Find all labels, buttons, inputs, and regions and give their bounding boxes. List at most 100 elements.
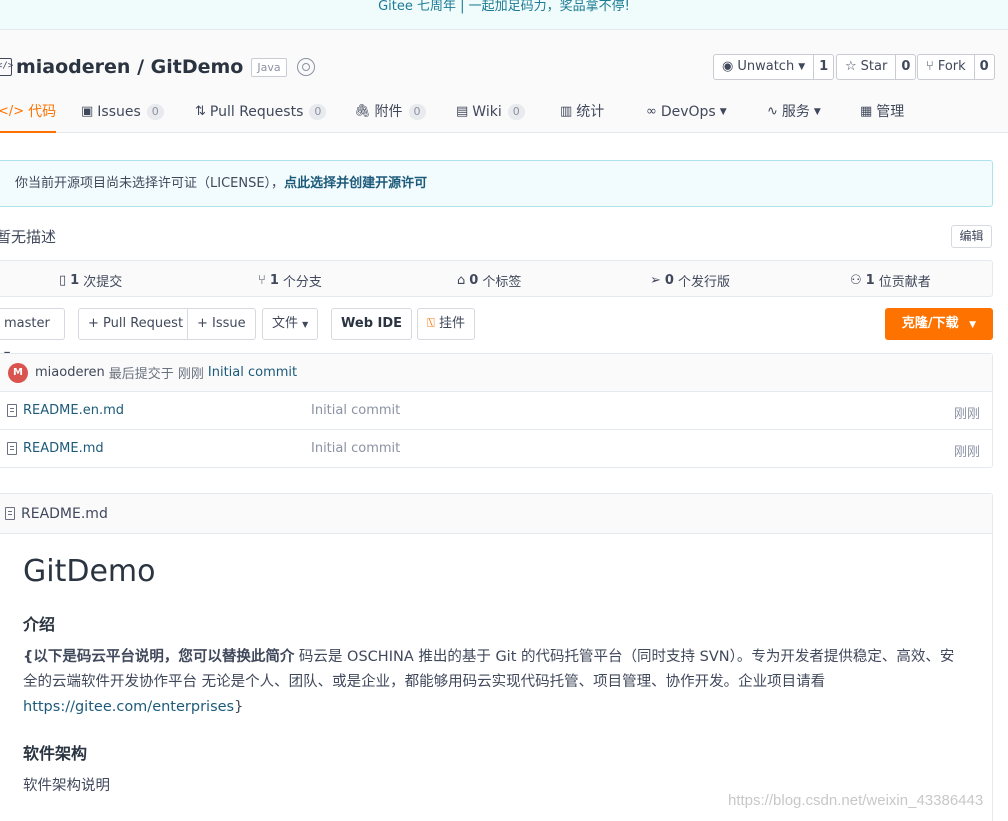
watch-count[interactable]: 1 (813, 55, 833, 79)
tab-wiki-label: Wiki (472, 104, 502, 120)
tab-wiki[interactable]: ▤ Wiki 0 (456, 100, 525, 133)
fork-button[interactable]: ⑂ Fork (918, 55, 974, 79)
issue-icon: ▣ (81, 104, 94, 119)
file-icon (7, 442, 17, 455)
tab-services[interactable]: ∿ 服务 ▼ (767, 100, 821, 133)
branch-select[interactable]: master ▼ (0, 308, 65, 359)
star-count[interactable]: 0 (895, 55, 915, 79)
pull-request-icon: ⇅ (195, 104, 206, 119)
tab-stats-label: 统计 (576, 104, 605, 120)
repo-name-link[interactable]: GitDemo (151, 56, 244, 78)
commits-count: 1 (70, 273, 80, 288)
releases-label: 个发行版 (677, 275, 730, 290)
new-issue-button[interactable]: + Issue (187, 308, 256, 340)
book-icon: ▤ (456, 104, 469, 119)
repo-code-icon: </> (0, 58, 13, 76)
award-icon[interactable] (296, 58, 315, 76)
tab-pull-requests[interactable]: ⇅ Pull Requests 0 (195, 100, 327, 133)
readme-title: GitDemo (23, 554, 156, 589)
announcement-banner[interactable]: Gitee 七周年 | 一起加足码力，奖品拿不停! (0, 0, 1008, 30)
repo-description: 暂无描述 (0, 228, 57, 246)
contributors-stat[interactable]: ⚇ 1 位贡献者 (850, 271, 931, 290)
users-icon: ⚇ (850, 273, 862, 288)
tab-pull-requests-count: 0 (309, 104, 327, 120)
intro-bold-text: {以下是码云平台说明，您可以替换此简介 (23, 649, 295, 665)
file-link[interactable]: README.en.md (7, 403, 124, 418)
file-commit-time: 刚刚 (953, 407, 980, 422)
repo-owner-link[interactable]: miaoderen (16, 56, 130, 78)
tag-icon: ⌂ (457, 273, 466, 288)
tags-count: 0 (469, 273, 479, 288)
widget-label: 挂件 (438, 316, 465, 331)
star-button-group[interactable]: ☆ Star 0 (836, 54, 917, 80)
tab-devops[interactable]: ∞ DevOps ▼ (646, 100, 727, 133)
tab-attachments-count: 0 (408, 104, 426, 120)
tab-code-label: 代码 (28, 104, 57, 120)
web-ide-button[interactable]: Web IDE (331, 308, 413, 340)
branches-stat[interactable]: ⑂ 1 个分支 (258, 271, 322, 290)
commits-label: 次提交 (83, 275, 123, 290)
code-icon: </> (0, 104, 25, 119)
fork-label: Fork (937, 59, 966, 74)
watch-button-group[interactable]: ◉ Unwatch ▼ 1 (713, 54, 835, 80)
tab-manage-label: 管理 (876, 104, 905, 120)
commit-author-link[interactable]: miaoderen (35, 365, 105, 380)
latest-commit-row: M miaoderen 最后提交于 刚刚 Initial commit (0, 354, 992, 392)
repo-title: </> miaoderen / GitDemo Java (0, 56, 315, 78)
avatar[interactable]: M (8, 362, 28, 383)
fork-button-group[interactable]: ⑂ Fork 0 (917, 54, 995, 80)
tab-manage[interactable]: ▦ 管理 (860, 100, 904, 133)
contributors-label: 位贡献者 (878, 275, 931, 290)
tab-issues[interactable]: ▣ Issues 0 (81, 100, 164, 133)
readme-panel: README.md GitDemo 介绍 {以下是码云平台说明，您可以替换此简介… (0, 493, 993, 821)
send-icon: ➢ (650, 273, 661, 288)
clone-download-label: 克隆/下载 (901, 316, 959, 331)
file-commit-message[interactable]: Initial commit (311, 441, 400, 456)
readme-filename[interactable]: README.md (21, 506, 108, 522)
tab-stats[interactable]: ▥ 统计 (560, 100, 604, 133)
tags-stat[interactable]: ⌂ 0 个标签 (457, 271, 521, 290)
fork-icon: ⑂ (926, 59, 934, 74)
enterprises-link[interactable]: https://gitee.com/enterprises (23, 699, 234, 715)
fork-count[interactable]: 0 (973, 55, 994, 79)
readme-header: README.md (0, 494, 992, 534)
file-commit-time: 刚刚 (953, 445, 980, 460)
file-icon (7, 404, 17, 417)
tab-services-label: 服务 (781, 104, 810, 120)
star-button[interactable]: ☆ Star (837, 55, 895, 79)
caret-down-icon: ▼ (719, 107, 727, 117)
branch-icon: ⑂ (258, 273, 266, 288)
tab-issues-label: Issues (97, 104, 141, 120)
repo-header: </> miaoderen / GitDemo Java ◉ Unwatch ▼… (0, 30, 1008, 133)
commit-message-link[interactable]: Initial commit (208, 365, 297, 380)
file-icon (5, 507, 15, 520)
repo-separator: / (130, 56, 151, 78)
file-commit-message[interactable]: Initial commit (311, 403, 400, 418)
caret-down-icon: ▼ (302, 320, 309, 329)
file-row: README.en.md Initial commit 刚刚 (0, 392, 992, 430)
architecture-heading: 软件架构 (23, 744, 88, 763)
releases-stat[interactable]: ➢ 0 个发行版 (650, 271, 730, 290)
tab-code[interactable]: </> 代码 (0, 100, 57, 133)
tab-attachments[interactable]: 🖇︎ 附件 0 (354, 100, 426, 133)
commits-stat[interactable]: ▯ 1 次提交 (59, 271, 122, 290)
create-license-link[interactable]: 点此选择并创建开源许可 (284, 176, 427, 191)
language-badge[interactable]: Java (251, 57, 287, 77)
file-menu-button[interactable]: 文件 ▼ (262, 308, 319, 340)
banner-text[interactable]: Gitee 七周年 | 一起加足码力，奖品拿不停! (378, 0, 630, 14)
tab-attachments-label: 附件 (374, 104, 403, 120)
license-text: 你当前开源项目尚未选择许可证（LICENSE）， (15, 176, 285, 191)
clone-download-button[interactable]: 克隆/下载 ▼ (885, 308, 993, 340)
tags-label: 个标签 (482, 275, 522, 290)
edit-description-button[interactable]: 编辑 (951, 225, 992, 248)
widget-button[interactable]: ⍂ 挂件 (417, 308, 475, 340)
file-link[interactable]: README.md (7, 441, 104, 456)
file-list: M miaoderen 最后提交于 刚刚 Initial commit READ… (0, 353, 993, 468)
tab-pull-requests-label: Pull Requests (209, 104, 304, 120)
eye-icon: ◉ (722, 59, 734, 74)
new-pull-request-button[interactable]: + Pull Request (78, 308, 194, 340)
tab-issues-count: 0 (146, 104, 164, 120)
tab-wiki-count: 0 (507, 104, 525, 120)
watermark: https://blog.csdn.net/weixin_43386443 (728, 792, 984, 809)
unwatch-button[interactable]: ◉ Unwatch ▼ (714, 55, 813, 79)
